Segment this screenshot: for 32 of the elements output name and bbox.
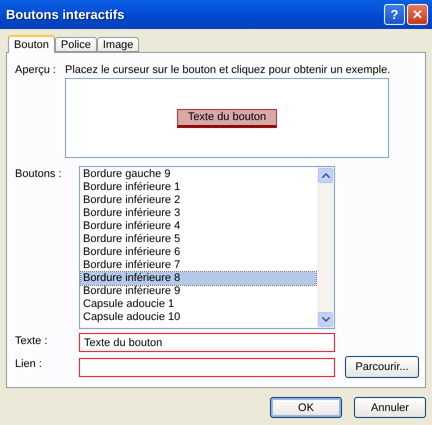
list-item[interactable]: Bordure inférieure 3 [81, 207, 316, 220]
close-button[interactable]: ✕ [407, 4, 428, 25]
scrollbar[interactable] [317, 167, 334, 328]
scroll-down-button[interactable] [318, 312, 333, 327]
tab[interactable]: Bouton [8, 35, 55, 53]
list-item[interactable]: Capsule adoucie 10 [81, 311, 316, 324]
field-label: Lien : [15, 357, 43, 372]
dialog-button[interactable]: Annuler [354, 397, 426, 418]
list-item[interactable]: Bordure inférieure 6 [81, 246, 316, 259]
help-button[interactable]: ? [384, 4, 405, 25]
hint-text: Placez le curseur sur le bouton et cliquez pour obtenir un exemple. [65, 63, 392, 76]
tab[interactable]: Image [96, 37, 140, 52]
list-item[interactable]: Bordure inférieure 8 [81, 272, 316, 285]
window-title: Boutons interactifs [6, 7, 126, 22]
list-item[interactable]: Bordure inférieure 4 [81, 220, 316, 233]
list-item[interactable]: Bordure inférieure 7 [81, 259, 316, 272]
browse-button[interactable]: Parcourir... [345, 356, 419, 378]
sample-button[interactable]: Texte du bouton [177, 108, 277, 128]
dialog-button[interactable]: OK [270, 397, 342, 418]
field-label: Texte : [15, 334, 48, 349]
field-label: Boutons : [15, 167, 62, 182]
list-item[interactable]: Bordure gauche 9 [81, 168, 316, 181]
field-label: Aperçu : [15, 63, 57, 78]
list-item[interactable]: Bordure inférieure 5 [81, 233, 316, 246]
text-field[interactable]: Texte du bouton [79, 333, 335, 352]
scroll-up-button[interactable] [318, 168, 333, 183]
tab[interactable]: Police [54, 37, 97, 52]
list-item[interactable]: Bordure inférieure 9 [81, 285, 316, 298]
list-item[interactable]: Capsule adoucie 1 [81, 298, 316, 311]
list-item[interactable]: Bordure inférieure 1 [81, 181, 316, 194]
list-item[interactable]: Bordure inférieure 2 [81, 194, 316, 207]
link-field[interactable] [79, 358, 335, 376]
